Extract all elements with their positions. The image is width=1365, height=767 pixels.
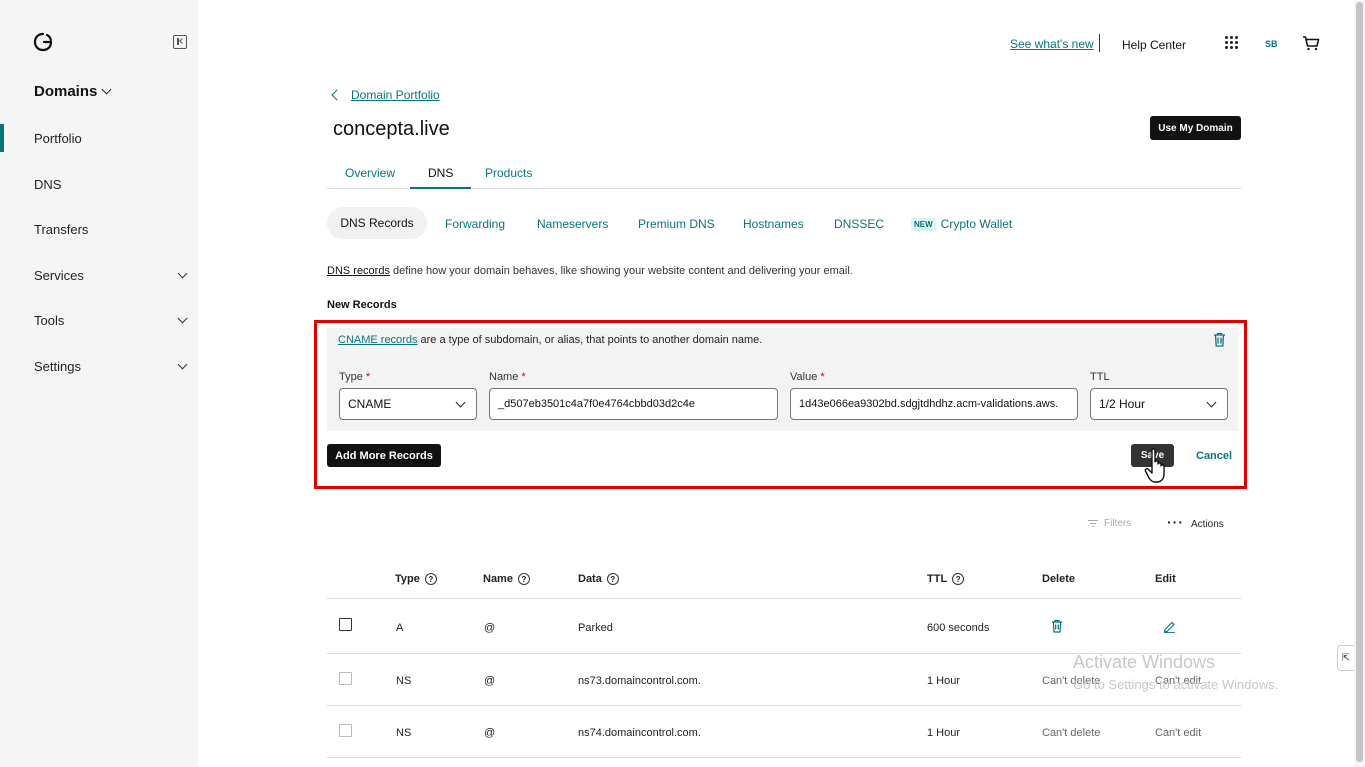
sidebar: Domains Portfolio DNS Transfers Services… [0, 0, 198, 767]
subtab-premium-dns[interactable]: Premium DNS [638, 217, 715, 231]
chevron-down-icon [177, 268, 188, 279]
filters-button[interactable]: Filters [1088, 518, 1131, 529]
sidebar-item-label: DNS [34, 177, 62, 192]
chevron-left-icon[interactable] [331, 89, 343, 101]
subtab-forwarding[interactable]: Forwarding [445, 217, 505, 231]
domains-menu-label: Domains [34, 83, 98, 100]
subtab-crypto-wallet-label: Crypto Wallet [940, 217, 1013, 231]
side-panel-handle-icon[interactable]: ⇱ [1337, 645, 1354, 671]
row-checkbox [339, 724, 352, 737]
more-dots-icon: ··· [1167, 513, 1184, 530]
column-header-edit: Edit [1155, 573, 1176, 585]
help-center-link[interactable]: Help Center [1122, 38, 1186, 52]
table-divider [327, 757, 1241, 758]
new-records-title: New Records [327, 299, 397, 311]
highlight-box [314, 320, 1247, 489]
row-data: ns73.domaincontrol.com. [578, 675, 701, 687]
row-name: @ [484, 727, 496, 739]
row-ttl: 1 Hour [927, 727, 961, 739]
dns-description: DNS records define how your domain behav… [327, 265, 853, 277]
row-type: NS [396, 727, 412, 739]
column-header-name[interactable]: Name? [483, 573, 530, 585]
scrollbar-thumb[interactable] [1356, 2, 1363, 762]
activate-windows-subtitle: Go to Settings to activate Windows. [1073, 677, 1279, 692]
sidebar-item-transfers[interactable]: Transfers [34, 222, 186, 237]
collapse-sidebar-icon[interactable] [173, 35, 187, 49]
subtab-crypto-wallet[interactable]: NEW Crypto Wallet [911, 217, 1012, 231]
subtab-hostnames[interactable]: Hostnames [743, 217, 804, 231]
row-type: A [396, 622, 404, 634]
sidebar-item-dns[interactable]: DNS [34, 177, 186, 192]
godaddy-logo-icon[interactable] [33, 32, 53, 52]
column-header-label: Delete [1042, 573, 1076, 585]
row-ttl: 600 seconds [927, 622, 990, 634]
column-header-label: Name [483, 573, 513, 585]
account-avatar[interactable]: SB [1265, 39, 1278, 49]
row-data: Parked [578, 622, 613, 634]
row-name: @ [484, 622, 496, 634]
main-tabs: Overview DNS Products [327, 156, 1241, 189]
row-checkbox[interactable] [339, 618, 352, 631]
row-data: ns74.domaincontrol.com. [578, 727, 701, 739]
sidebar-item-portfolio[interactable]: Portfolio [0, 124, 186, 152]
sidebar-item-label: Tools [34, 313, 65, 328]
apps-grid-icon[interactable] [1225, 36, 1238, 49]
sidebar-item-tools[interactable]: Tools [34, 313, 188, 328]
column-header-label: Type [395, 573, 420, 585]
delete-trash-icon[interactable] [1051, 619, 1063, 633]
row-name: @ [484, 675, 496, 687]
topbar-divider [1099, 34, 1100, 52]
tab-products[interactable]: Products [485, 166, 532, 180]
domains-menu[interactable]: Domains [34, 83, 112, 100]
table-divider [327, 598, 1241, 599]
help-circle-icon[interactable]: ? [606, 573, 619, 585]
cart-icon[interactable] [1302, 35, 1320, 51]
actions-button[interactable]: ··· Actions [1167, 514, 1224, 531]
column-header-label: TTL [927, 573, 948, 585]
chevron-down-icon [101, 84, 112, 95]
sidebar-item-settings[interactable]: Settings [34, 359, 188, 374]
use-my-domain-button[interactable]: Use My Domain [1150, 116, 1241, 140]
help-circle-icon[interactable]: ? [517, 573, 530, 585]
column-header-type[interactable]: Type? [395, 573, 437, 585]
column-header-label: Edit [1155, 573, 1176, 585]
new-badge: NEW [911, 218, 936, 231]
subtab-dnssec[interactable]: DNSSEC [834, 217, 884, 231]
column-header-ttl[interactable]: TTL? [927, 573, 965, 585]
edit-pencil-icon[interactable] [1163, 620, 1176, 633]
row-checkbox [339, 672, 352, 685]
domain-portfolio-link[interactable]: Domain Portfolio [351, 88, 440, 102]
help-circle-icon[interactable]: ? [424, 573, 437, 585]
sidebar-item-services[interactable]: Services [34, 268, 188, 283]
table-divider [327, 705, 1241, 706]
page-title: concepta.live [333, 118, 450, 140]
row-edit-status: Can't edit [1155, 727, 1202, 739]
sidebar-item-label: Portfolio [34, 131, 82, 146]
sidebar-item-label: Transfers [34, 222, 89, 237]
help-circle-icon[interactable]: ? [952, 573, 965, 585]
filters-label: Filters [1104, 518, 1132, 529]
actions-label: Actions [1191, 519, 1224, 530]
dns-records-link[interactable]: DNS records [327, 265, 390, 277]
row-type: NS [396, 675, 412, 687]
column-header-delete: Delete [1042, 573, 1075, 585]
breadcrumb: Domain Portfolio [331, 88, 440, 102]
column-header-data[interactable]: Data? [578, 573, 619, 585]
chevron-down-icon [177, 313, 188, 324]
activate-windows-title: Activate Windows [1073, 652, 1216, 672]
tab-dns[interactable]: DNS [409, 166, 472, 189]
row-ttl: 1 Hour [927, 675, 961, 687]
subtab-dns-records[interactable]: DNS Records [327, 207, 427, 239]
tab-overview[interactable]: Overview [345, 166, 395, 180]
sidebar-item-label: Settings [34, 359, 81, 374]
column-header-label: Data [578, 573, 602, 585]
sidebar-item-label: Services [34, 268, 84, 283]
chevron-down-icon [177, 359, 188, 370]
filter-icon [1088, 519, 1098, 528]
dns-description-text: define how your domain behaves, like sho… [389, 265, 853, 277]
whats-new-link[interactable]: See what's new [1010, 37, 1094, 51]
row-delete-status: Can't delete [1042, 727, 1101, 739]
subtab-nameservers[interactable]: Nameservers [537, 217, 608, 231]
